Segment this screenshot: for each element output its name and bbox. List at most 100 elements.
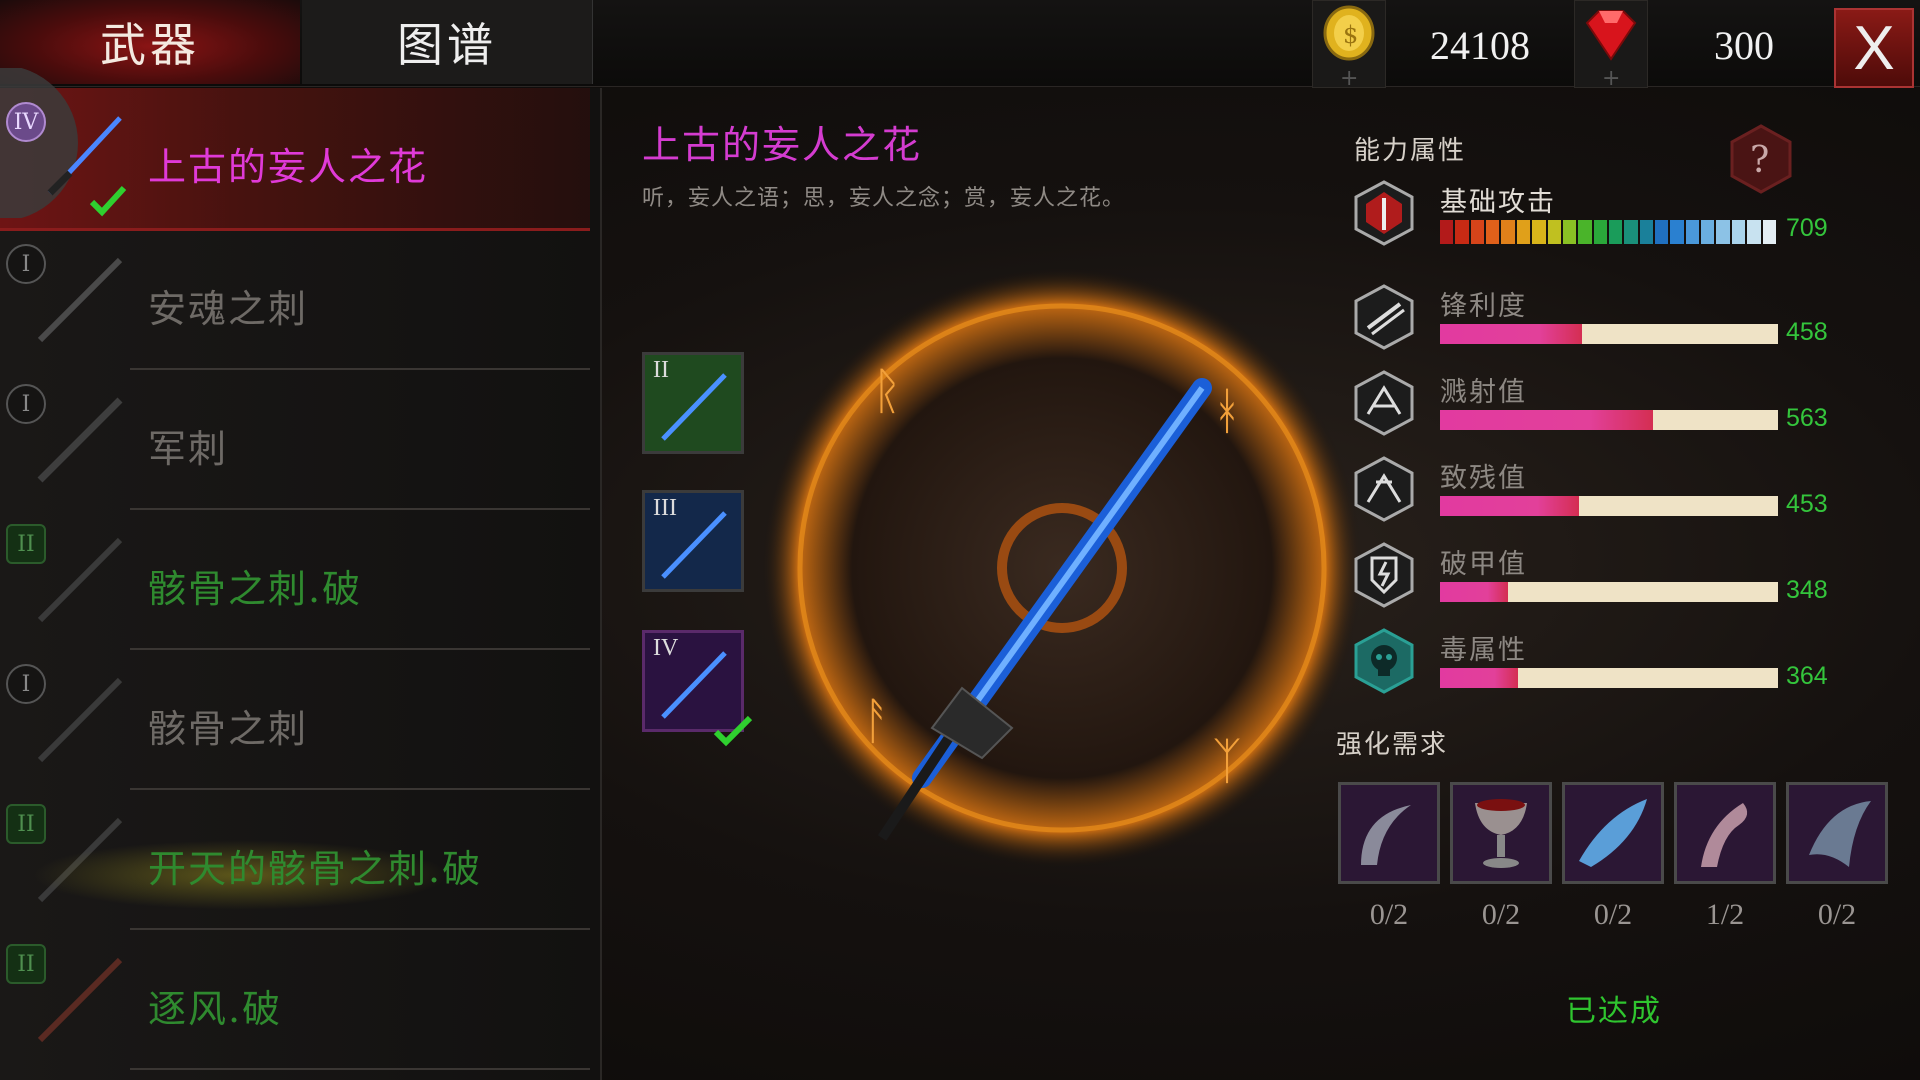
stat-armor-break: 破甲值 348 bbox=[1354, 542, 1894, 622]
coin-count: 24108 bbox=[1430, 23, 1530, 68]
sharpness-icon bbox=[1354, 284, 1414, 350]
stat-bar-fill bbox=[1440, 668, 1518, 688]
stat-poison: 毒属性 364 bbox=[1354, 628, 1894, 708]
crystal-icon bbox=[1579, 799, 1647, 867]
svg-text:ᛉ: ᛉ bbox=[1212, 732, 1242, 790]
material-count: 0/2 bbox=[1593, 898, 1633, 931]
weapon-list-item[interactable]: IV 上古的妄人之花 bbox=[0, 68, 590, 231]
top-bar: 武器 图谱 $ + 24108 + 300 X bbox=[0, 0, 1920, 91]
stat-bar-fill bbox=[1440, 496, 1579, 516]
weapon-name: 骸骨之刺 bbox=[148, 707, 309, 751]
sword-icon bbox=[661, 373, 727, 441]
stat-bar bbox=[1440, 410, 1778, 430]
weapon-title: 上古的妄人之花 bbox=[642, 123, 923, 167]
stats-title: 能力属性 bbox=[1354, 136, 1467, 166]
weapon-name: 开天的骸骨之刺.破 bbox=[148, 847, 483, 891]
weapon-description: 听，妄人之语；思，妄人之念；赏，妄人之花。 bbox=[642, 186, 1126, 211]
stat-sharpness: 锋利度 458 bbox=[1354, 284, 1894, 364]
splash-icon bbox=[1354, 370, 1414, 436]
stage-slot-2[interactable]: II bbox=[642, 352, 744, 454]
sword-icon bbox=[37, 257, 123, 343]
upgrade-status: 已达成 bbox=[1566, 994, 1662, 1029]
stat-value: 458 bbox=[1786, 318, 1828, 346]
material-slot[interactable] bbox=[1674, 782, 1776, 884]
sword-icon bbox=[37, 817, 123, 903]
stat-bar-fill bbox=[1440, 582, 1508, 602]
close-icon: X bbox=[1853, 13, 1895, 83]
sword-icon bbox=[661, 651, 727, 719]
weapon-name: 骸骨之刺.破 bbox=[148, 567, 363, 611]
svg-text:ᚼ: ᚼ bbox=[1212, 382, 1242, 440]
stage-slot-3[interactable]: III bbox=[642, 490, 744, 592]
material-count: 0/2 bbox=[1817, 898, 1857, 931]
chalice-icon bbox=[1475, 799, 1527, 868]
svg-text:ᚨ: ᚨ bbox=[862, 692, 892, 750]
sword-icon bbox=[37, 957, 123, 1043]
attack-icon bbox=[1354, 180, 1414, 246]
weapon-showcase: ᚱ ᚼ ᚨ ᛉ bbox=[762, 268, 1362, 868]
weapon-name: 安魂之刺 bbox=[148, 287, 309, 331]
svg-text:ᚱ: ᚱ bbox=[872, 362, 902, 420]
fang-icon bbox=[1701, 803, 1748, 867]
owned-check-icon bbox=[713, 715, 753, 747]
coin-icon: $ + bbox=[1323, 5, 1375, 91]
stat-name: 破甲值 bbox=[1440, 549, 1527, 580]
stat-value: 453 bbox=[1786, 490, 1828, 518]
svg-text:+: + bbox=[1340, 66, 1358, 87]
weapon-list-item[interactable]: II 骸骨之刺.破 bbox=[0, 510, 590, 650]
material-slot[interactable] bbox=[1562, 782, 1664, 884]
svg-text:+: + bbox=[1602, 66, 1620, 87]
stat-bar bbox=[1440, 496, 1778, 516]
owned-check-icon bbox=[89, 185, 127, 217]
cripple-icon bbox=[1354, 456, 1414, 522]
stat-value: 348 bbox=[1786, 576, 1828, 604]
weapon-list-item[interactable]: I 安魂之刺 bbox=[0, 230, 590, 370]
stat-value: 364 bbox=[1786, 662, 1828, 690]
stat-value: 709 bbox=[1786, 214, 1828, 242]
sword-icon bbox=[661, 511, 727, 579]
row-divider bbox=[130, 1068, 590, 1070]
svg-text:?: ? bbox=[1750, 140, 1769, 181]
material-slot[interactable] bbox=[1338, 782, 1440, 884]
upgrade-title: 强化需求 bbox=[1336, 730, 1449, 760]
weapon-name: 军刺 bbox=[148, 427, 229, 471]
weapon-list-item[interactable]: II 开天的骸骨之刺.破 bbox=[0, 790, 590, 930]
coin-slot[interactable]: $ + bbox=[1312, 0, 1386, 91]
weapon-list-item[interactable]: I 骸骨之刺 bbox=[0, 650, 590, 790]
stat-attack: 基础攻击 709 bbox=[1354, 180, 1894, 260]
material-count: 0/2 bbox=[1481, 898, 1521, 931]
weapon-detail-panel: 上古的妄人之花 听，妄人之语；思，妄人之念；赏，妄人之花。 II III IV … bbox=[602, 88, 1920, 1080]
material-slot[interactable] bbox=[1450, 782, 1552, 884]
stat-cripple: 致残值 453 bbox=[1354, 456, 1894, 536]
material-count: 1/2 bbox=[1705, 898, 1745, 931]
close-button[interactable]: X bbox=[1834, 8, 1914, 88]
weapon-list-item[interactable]: I 军刺 bbox=[0, 370, 590, 510]
stat-value: 563 bbox=[1786, 404, 1828, 432]
tab-codex[interactable]: 图谱 bbox=[302, 0, 593, 84]
weapon-list: IV 上古的妄人之花 I 安魂之刺 I 军刺 II 骸骨之刺.破 I 骸骨之刺 … bbox=[0, 68, 602, 1080]
stat-bar-fill bbox=[1440, 324, 1582, 344]
sword-icon bbox=[37, 537, 123, 623]
stat-bar bbox=[1440, 582, 1778, 602]
stat-splash: 溅射值 563 bbox=[1354, 370, 1894, 450]
poison-skull-icon bbox=[1354, 628, 1414, 694]
stat-name: 致残值 bbox=[1440, 463, 1527, 494]
weapon-list-item[interactable]: II 逐风.破 bbox=[0, 930, 590, 1070]
stat-bar bbox=[1440, 668, 1778, 688]
armor-break-icon bbox=[1354, 542, 1414, 608]
material-count: 0/2 bbox=[1369, 898, 1409, 931]
stat-name: 毒属性 bbox=[1440, 635, 1527, 666]
stat-bar bbox=[1440, 324, 1778, 344]
ruby-gem-icon: + bbox=[1585, 10, 1637, 91]
stat-name: 基础攻击 bbox=[1440, 187, 1556, 218]
material-slot[interactable] bbox=[1786, 782, 1888, 884]
sword-icon bbox=[37, 677, 123, 763]
attack-rainbow-bar bbox=[1440, 220, 1778, 244]
svg-text:$: $ bbox=[1343, 21, 1358, 49]
weapon-name: 上古的妄人之花 bbox=[148, 145, 429, 189]
stat-name: 锋利度 bbox=[1440, 291, 1527, 322]
fin-icon bbox=[1809, 801, 1871, 867]
weapon-name: 逐风.破 bbox=[148, 987, 283, 1031]
gem-count: 300 bbox=[1714, 23, 1774, 68]
gem-slot[interactable]: + bbox=[1574, 0, 1648, 91]
